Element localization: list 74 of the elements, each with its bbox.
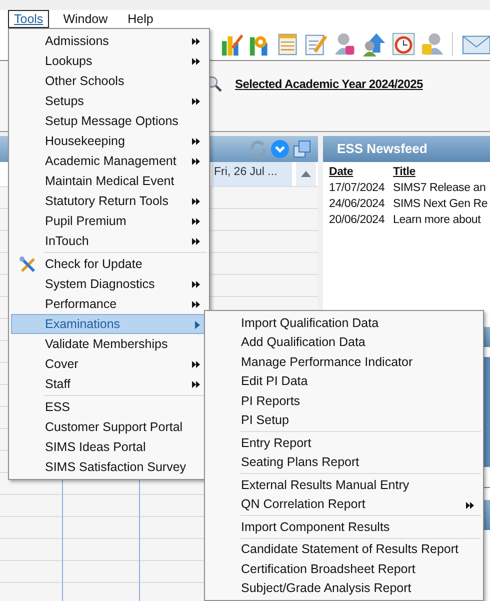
menu-item[interactable]: Candidate Statement of Results Report [207, 540, 481, 559]
menu-item[interactable]: Manage Performance Indicator [207, 352, 481, 372]
submenu-arrow-icon [192, 218, 200, 225]
menu-item[interactable]: Lookups [11, 51, 207, 71]
person-icon[interactable] [332, 31, 356, 57]
person-question-icon[interactable] [420, 31, 444, 57]
menu-item[interactable]: Academic Management [11, 151, 207, 171]
menu-item[interactable]: PI Reports [207, 391, 481, 410]
menu-item[interactable]: Customer Support Portal [11, 417, 207, 437]
menu-item[interactable]: PI Setup [207, 410, 481, 430]
submenu-arrow-icon [192, 98, 200, 105]
academic-year-link[interactable]: Selected Academic Year 2024/2025 [235, 77, 423, 91]
submenu-arrow-icon [192, 238, 200, 245]
submenu-arrow-icon [192, 158, 200, 165]
menu-bar-item[interactable]: Tools [8, 10, 50, 28]
column-header[interactable]: Fri, 26 Jul ... [212, 162, 292, 186]
scroll-up-button[interactable] [296, 162, 316, 186]
menu-item[interactable]: ESS [11, 397, 207, 417]
menu-item[interactable]: System Diagnostics [11, 274, 207, 294]
menu-item[interactable]: QN Correlation Report [207, 494, 481, 514]
menu-item[interactable]: Setups [11, 91, 207, 111]
submenu-arrow-icon [192, 38, 200, 45]
triangle-up-icon [301, 171, 311, 177]
menu-item[interactable]: SIMS Satisfaction Survey [11, 457, 207, 477]
chevron-down-icon[interactable] [270, 139, 290, 159]
menu-item[interactable]: Import Qualification Data [207, 313, 481, 332]
news-date: 17/07/2024 [329, 182, 386, 196]
menu-item[interactable]: Check for Update [11, 254, 207, 274]
column-header[interactable]: Date [329, 166, 393, 182]
windows-icon[interactable] [292, 139, 312, 159]
menu-item[interactable]: Setup Message Options [11, 111, 207, 131]
menu-item[interactable]: SIMS Ideas Portal [11, 437, 207, 457]
menu-item[interactable]: Add Qualification Data [207, 332, 481, 352]
submenu-arrow-icon [192, 361, 200, 368]
clock-icon[interactable] [390, 31, 416, 57]
column-header[interactable]: Title [393, 166, 457, 182]
news-title-link[interactable]: SIMS7 Release an [393, 182, 486, 198]
menu-item[interactable]: Examinations [11, 314, 207, 334]
submenu-arrow-icon [192, 381, 200, 388]
menu-item[interactable]: Statutory Return Tools [11, 191, 207, 211]
news-title-link[interactable]: Learn more about [393, 214, 481, 230]
menu-item[interactable]: Certification Broadsheet Report [207, 559, 481, 578]
menu-item[interactable]: Housekeeping [11, 131, 207, 151]
menu-item[interactable]: Pupil Premium [11, 211, 207, 231]
menu-item[interactable]: Staff [11, 374, 207, 394]
menu-item[interactable]: External Results Manual Entry [207, 475, 481, 494]
spreadsheet-icon[interactable] [276, 31, 300, 57]
menu-item[interactable]: Validate Memberships [11, 334, 207, 354]
news-date: 20/06/2024 [329, 214, 386, 228]
menu-bar-item[interactable]: Window [57, 10, 114, 28]
submenu-arrow-icon [192, 58, 200, 65]
newsfeed-title: ESS Newsfeed [323, 136, 490, 162]
menu-item[interactable]: Admissions [11, 31, 207, 51]
menu-item[interactable]: InTouch [11, 231, 207, 251]
submenu-arrow-icon [192, 281, 200, 288]
menu-item[interactable]: Maintain Medical Event [11, 171, 207, 191]
menu-item[interactable]: Performance [11, 294, 207, 314]
news-date: 24/06/2024 [329, 198, 386, 212]
submenu-arrow-icon [466, 502, 474, 508]
people-arrow-icon[interactable] [360, 31, 386, 57]
menu-item[interactable]: Cover [11, 354, 207, 374]
menu-item[interactable]: Subject/Grade Analysis Report [207, 578, 481, 598]
menu-item[interactable]: Other Schools [11, 71, 207, 91]
menu-item[interactable]: Entry Report [207, 433, 481, 452]
submenu-arrow-icon [195, 321, 200, 329]
menu-item[interactable]: Seating Plans Report [207, 452, 481, 472]
menu-bar-item[interactable]: Help [122, 10, 160, 28]
submenu-arrow-icon [192, 198, 200, 205]
submenu-arrow-icon [192, 301, 200, 308]
menu-item[interactable]: Edit PI Data [207, 372, 481, 391]
news-title-link[interactable]: SIMS Next Gen Re [393, 198, 488, 214]
menu-item[interactable]: Import Component Results [207, 517, 481, 536]
submenu-arrow-icon [192, 138, 200, 145]
tools-icon [18, 256, 36, 272]
